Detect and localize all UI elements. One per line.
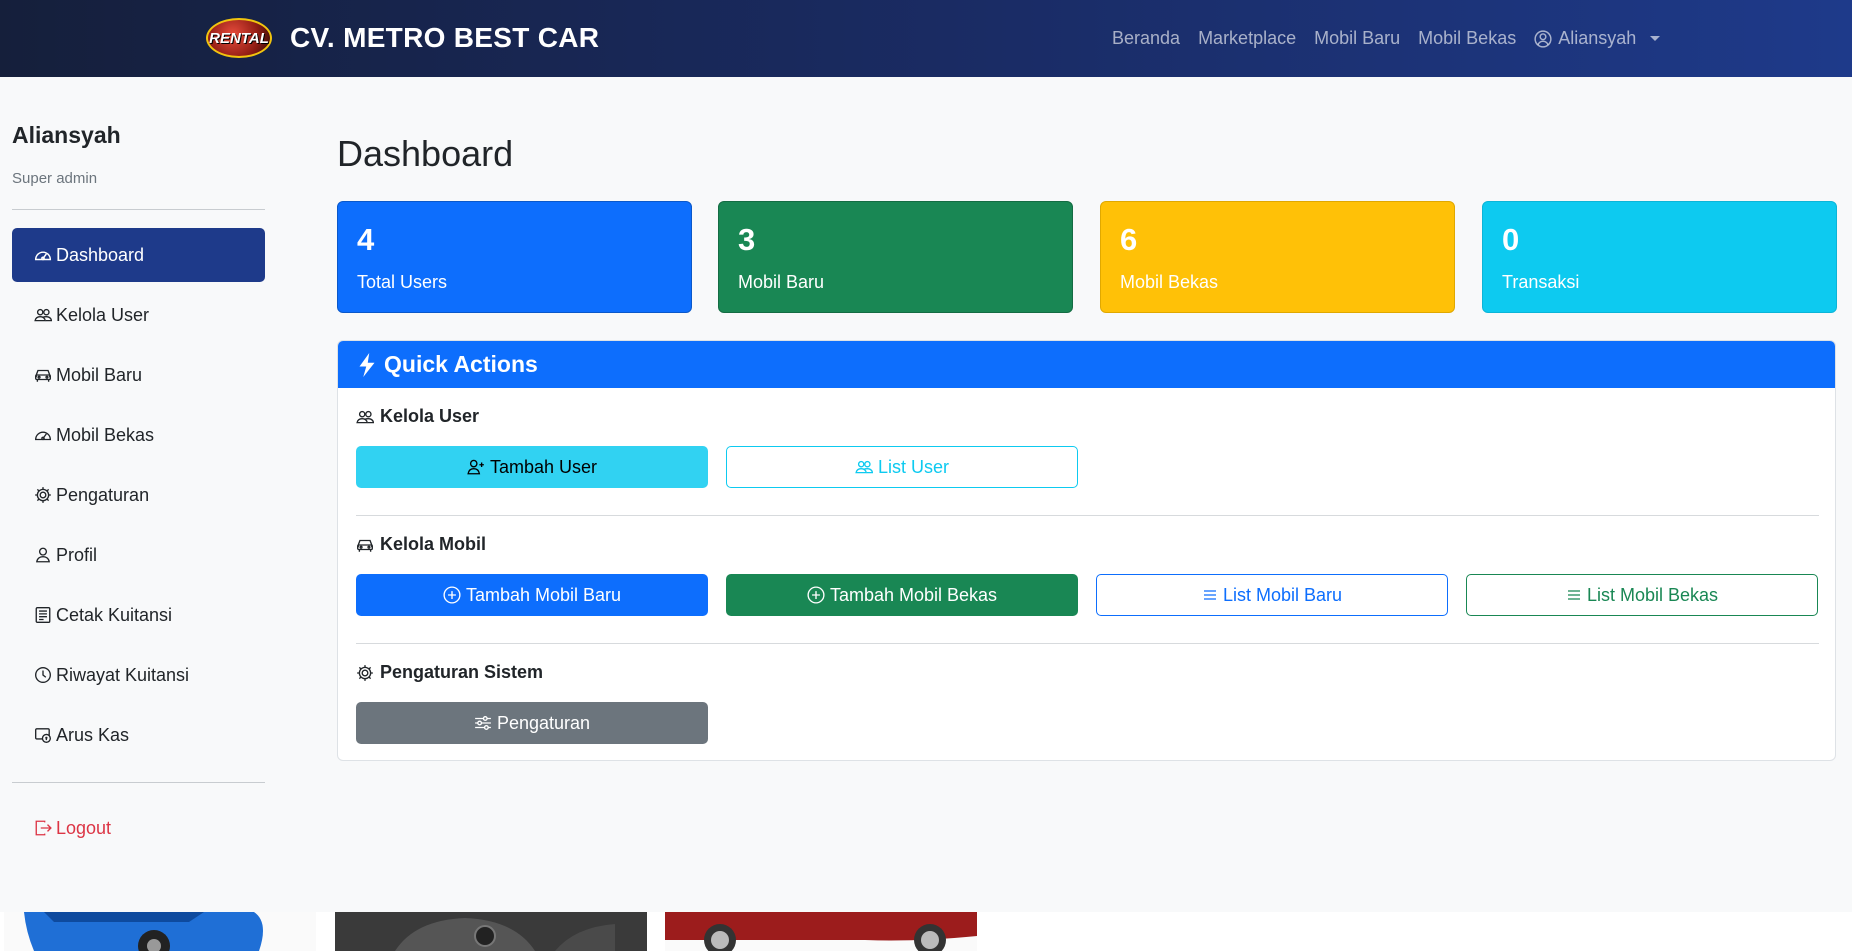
tambah-user-button[interactable]: Tambah User [356, 446, 708, 488]
page-title: Dashboard [337, 133, 514, 174]
car-image-red[interactable] [665, 912, 977, 951]
sidebar-item-label: Profil [56, 544, 98, 565]
logout-label: Logout [56, 817, 112, 838]
stat-card-transaksi: 0 Transaksi [1482, 201, 1837, 313]
quick-actions-title: Quick Actions [384, 351, 538, 377]
sidebar-item-label: Pengaturan [56, 484, 150, 505]
sliders-icon [474, 714, 492, 732]
stat-card-total-users: 4 Total Users [337, 201, 692, 313]
stat-card-mobil-bekas: 6 Mobil Bekas [1100, 201, 1455, 313]
sidebar-item-label: Dashboard [56, 244, 145, 265]
sidebar-item-label: Mobil Bekas [56, 424, 155, 445]
sidebar-item-label: Cetak Kuitansi [56, 604, 173, 625]
lightning-icon [358, 352, 376, 377]
stat-value: 6 [1120, 222, 1138, 257]
section-title-kelola-user: Kelola User [356, 406, 479, 427]
brand[interactable]: RENTAL CV. METRO BEST CAR [202, 16, 599, 60]
top-navbar: RENTAL CV. METRO BEST CAR Beranda Market… [0, 0, 1852, 77]
clock-icon [33, 665, 53, 685]
sidebar-item-cetak-kuitansi[interactable]: Cetak Kuitansi [12, 588, 265, 642]
logout-icon [33, 818, 53, 838]
speedometer-icon [33, 425, 53, 445]
sidebar-item-mobil-baru[interactable]: Mobil Baru [12, 348, 265, 402]
section-divider [356, 515, 1819, 516]
quick-actions-header: Quick Actions [338, 341, 1835, 388]
sidebar-item-label: Arus Kas [56, 724, 130, 745]
stat-label: Transaksi [1502, 272, 1580, 292]
stat-label: Mobil Bekas [1120, 272, 1219, 292]
stat-label: Mobil Baru [738, 272, 825, 292]
user-circle-icon [1534, 29, 1552, 48]
sidebar-divider [12, 209, 265, 210]
list-mobil-baru-button[interactable]: List Mobil Baru [1096, 574, 1448, 616]
sidebar-item-profil[interactable]: Profil [12, 528, 265, 582]
car-icon [33, 365, 53, 385]
gear-icon [33, 485, 53, 505]
list-user-button[interactable]: List User [726, 446, 1078, 488]
sidebar-item-pengaturan[interactable]: Pengaturan [12, 468, 265, 522]
plus-circle-icon [807, 586, 825, 604]
rental-logo: RENTAL [202, 16, 276, 60]
sidebar-username: Aliansyah [12, 122, 121, 148]
receipt-icon [33, 605, 53, 625]
nav-link-marketplace[interactable]: Marketplace [1198, 28, 1296, 49]
people-icon [855, 458, 873, 476]
sidebar-role: Super admin [12, 170, 98, 187]
list-icon [1566, 587, 1582, 603]
user-dropdown-label: Aliansyah [1558, 28, 1637, 48]
logout-button[interactable]: Logout [12, 801, 265, 855]
stat-card-mobil-baru: 3 Mobil Baru [718, 201, 1073, 313]
stat-value: 4 [357, 222, 375, 257]
sidebar-item-kelola-user[interactable]: Kelola User [12, 288, 265, 342]
sidebar-item-label: Riwayat Kuitansi [56, 664, 190, 685]
stat-value: 0 [1502, 222, 1520, 257]
list-mobil-bekas-button[interactable]: List Mobil Bekas [1466, 574, 1818, 616]
tambah-mobil-bekas-button[interactable]: Tambah Mobil Bekas [726, 574, 1078, 616]
sidebar-item-riwayat-kuitansi[interactable]: Riwayat Kuitansi [12, 648, 265, 702]
gear-icon [356, 664, 374, 682]
sidebar-divider [12, 782, 265, 783]
sidebar-item-mobil-bekas[interactable]: Mobil Bekas [12, 408, 265, 462]
list-icon [1202, 587, 1218, 603]
nav-links: Beranda Marketplace Mobil Baru Mobil Bek… [1112, 28, 1661, 49]
section-title-kelola-mobil: Kelola Mobil [356, 534, 486, 555]
sidebar-item-arus-kas[interactable]: Arus Kas [12, 708, 265, 762]
car-icon [356, 536, 374, 554]
person-plus-icon [467, 458, 485, 476]
section-divider [356, 643, 1819, 644]
brand-title: CV. METRO BEST CAR [290, 22, 600, 53]
nav-link-mobil-baru[interactable]: Mobil Baru [1314, 28, 1400, 49]
caret-down-icon [1650, 36, 1661, 41]
nav-link-mobil-bekas[interactable]: Mobil Bekas [1418, 28, 1516, 49]
tambah-mobil-baru-button[interactable]: Tambah Mobil Baru [356, 574, 708, 616]
sidebar-item-dashboard[interactable]: Dashboard [12, 228, 265, 282]
car-image-blue[interactable] [4, 912, 316, 951]
section-title-pengaturan-sistem: Pengaturan Sistem [356, 662, 543, 683]
sidebar: Aliansyah Super admin Dashboard Kelola U… [0, 77, 300, 912]
stat-label: Total Users [357, 272, 448, 292]
pengaturan-button[interactable]: Pengaturan [356, 702, 708, 744]
plus-circle-icon [443, 586, 461, 604]
user-dropdown[interactable]: Aliansyah [1534, 28, 1661, 49]
stat-value: 3 [738, 222, 756, 257]
person-icon [33, 545, 53, 565]
sidebar-item-label: Kelola User [56, 304, 150, 325]
speedometer-icon [33, 245, 53, 265]
car-thumbnail-strip [0, 912, 1852, 951]
people-icon [356, 408, 374, 426]
car-image-interior[interactable] [335, 912, 647, 951]
sidebar-item-label: Mobil Baru [56, 364, 143, 385]
cash-icon [33, 725, 53, 745]
people-icon [33, 305, 53, 325]
nav-link-beranda[interactable]: Beranda [1112, 28, 1180, 49]
quick-actions-card: Quick Actions Kelola User Tambah User Li… [337, 340, 1836, 761]
